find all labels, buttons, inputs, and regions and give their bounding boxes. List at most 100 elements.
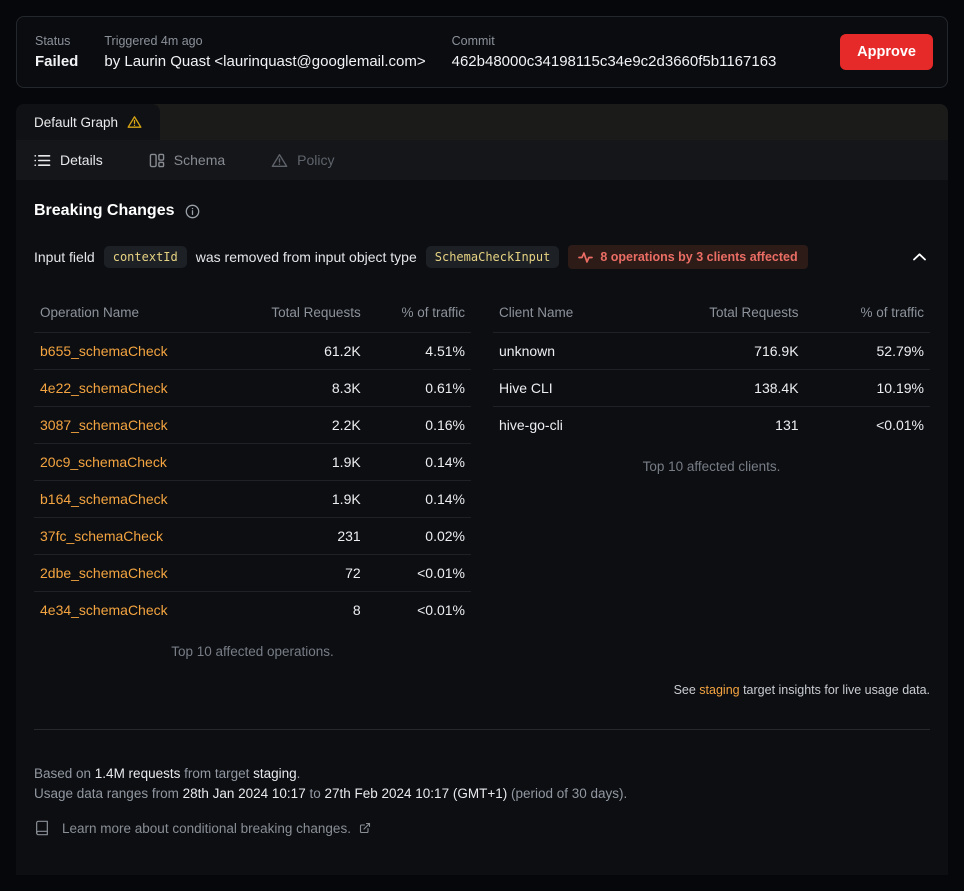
- usage-summary-line2: Usage data ranges from 28th Jan 2024 10:…: [34, 784, 930, 804]
- name-cell[interactable]: 4e34_schemaCheck: [34, 592, 227, 629]
- operation-link[interactable]: 2dbe_schemaCheck: [40, 565, 168, 581]
- pulse-icon: [578, 251, 593, 264]
- affected-badge-label: 8 operations by 3 clients affected: [600, 250, 797, 264]
- column-header: Operation Name: [34, 297, 227, 333]
- tab-schema-label: Schema: [174, 152, 225, 168]
- value-cell: <0.01%: [367, 592, 471, 629]
- operation-link[interactable]: 4e34_schemaCheck: [40, 602, 168, 618]
- insights-note: See staging target insights for live usa…: [34, 683, 930, 697]
- value-cell: 2.2K: [227, 407, 367, 444]
- clients-table: Client NameTotal Requests% of traffic un…: [493, 297, 930, 474]
- tab-details-label: Details: [60, 152, 103, 168]
- text-part: 28th Jan 2024 10:17: [183, 786, 306, 801]
- table-row: b655_schemaCheck61.2K4.51%: [34, 333, 471, 370]
- value-cell: 0.14%: [367, 481, 471, 518]
- table-header-row: Operation NameTotal Requests% of traffic: [34, 297, 471, 333]
- text-part: .: [297, 766, 301, 781]
- tab-policy[interactable]: Policy: [271, 152, 334, 168]
- value-cell: 138.4K: [636, 370, 804, 407]
- value-cell: 72: [227, 555, 367, 592]
- clients-caption: Top 10 affected clients.: [493, 459, 930, 474]
- breaking-changes-heading: Breaking Changes: [34, 202, 930, 220]
- learn-more-label: Learn more about conditional breaking ch…: [62, 821, 351, 836]
- name-cell: unknown: [493, 333, 636, 370]
- table-header-row: Client NameTotal Requests% of traffic: [493, 297, 930, 333]
- triggered-value: by Laurin Quast <laurinquast@googlemail.…: [104, 53, 425, 70]
- table-row: b164_schemaCheck 1.9K0.14%: [34, 481, 471, 518]
- table-row: hive-go-cli131<0.01%: [493, 407, 930, 444]
- tab-policy-label: Policy: [297, 152, 334, 168]
- text-part: Usage data ranges from: [34, 786, 183, 801]
- value-cell: 0.14%: [367, 444, 471, 481]
- triggered-column: Triggered 4m ago by Laurin Quast <laurin…: [104, 34, 425, 70]
- tab-schema[interactable]: Schema: [149, 152, 225, 168]
- value-cell: 0.61%: [367, 370, 471, 407]
- info-icon[interactable]: [185, 204, 200, 219]
- learn-more-link[interactable]: Learn more about conditional breaking ch…: [34, 820, 930, 836]
- chevron-up-icon[interactable]: [909, 249, 930, 265]
- text-part: from target: [180, 766, 253, 781]
- status-value: Failed: [35, 53, 78, 70]
- name-cell[interactable]: b655_schemaCheck: [34, 333, 227, 370]
- triggered-label: Triggered 4m ago: [104, 34, 425, 48]
- name-cell[interactable]: 20c9_schemaCheck: [34, 444, 227, 481]
- value-cell: 8: [227, 592, 367, 629]
- text-part: staging: [253, 766, 297, 781]
- table-row: unknown716.9K52.79%: [493, 333, 930, 370]
- name-cell[interactable]: 37fc_schemaCheck: [34, 518, 227, 555]
- value-cell: 8.3K: [227, 370, 367, 407]
- usage-tables: Operation NameTotal Requests% of traffic…: [34, 297, 930, 659]
- value-cell: 1.9K: [227, 481, 367, 518]
- value-cell: 52.79%: [805, 333, 930, 370]
- operation-link[interactable]: 3087_schemaCheck: [40, 417, 168, 433]
- name-cell[interactable]: b164_schemaCheck: [34, 481, 227, 518]
- tab-details[interactable]: Details: [34, 152, 103, 168]
- value-cell: 231: [227, 518, 367, 555]
- details-content: Breaking Changes Input field contextId w…: [16, 202, 948, 836]
- external-link-icon: [359, 822, 371, 834]
- status-label: Status: [35, 34, 78, 48]
- operations-caption: Top 10 affected operations.: [34, 644, 471, 659]
- field-code-chip: contextId: [104, 246, 187, 268]
- staging-link[interactable]: staging: [699, 683, 739, 697]
- change-text-middle: was removed from input object type: [196, 249, 417, 265]
- breaking-change-row[interactable]: Input field contextId was removed from i…: [34, 245, 930, 269]
- operation-link[interactable]: b164_schemaCheck: [40, 491, 168, 507]
- operation-link[interactable]: b655_schemaCheck: [40, 343, 168, 359]
- list-icon: [34, 153, 51, 168]
- table-row: 3087_schemaCheck 2.2K0.16%: [34, 407, 471, 444]
- commit-column: Commit 462b48000c34198115c34e9c2d3660f5b…: [452, 34, 777, 70]
- table-row: 20c9_schemaCheck 1.9K0.14%: [34, 444, 471, 481]
- operation-link[interactable]: 20c9_schemaCheck: [40, 454, 167, 470]
- column-header: Client Name: [493, 297, 636, 333]
- name-cell[interactable]: 3087_schemaCheck: [34, 407, 227, 444]
- operation-link[interactable]: 37fc_schemaCheck: [40, 528, 163, 544]
- view-tab-bar: Details Schema Policy: [16, 140, 948, 180]
- column-header: Total Requests: [636, 297, 804, 333]
- book-icon: [34, 820, 50, 836]
- table-row: Hive CLI138.4K10.19%: [493, 370, 930, 407]
- text-part: Based on: [34, 766, 95, 781]
- commit-value: 462b48000c34198115c34e9c2d3660f5b1167163: [452, 53, 777, 70]
- value-cell: 0.16%: [367, 407, 471, 444]
- approve-button[interactable]: Approve: [840, 34, 933, 70]
- type-code-chip: SchemaCheckInput: [426, 246, 560, 268]
- table-row: 4e22_schemaCheck 8.3K0.61%: [34, 370, 471, 407]
- tab-default-graph[interactable]: Default Graph: [16, 104, 160, 140]
- name-cell[interactable]: 2dbe_schemaCheck: [34, 555, 227, 592]
- text-part: (period of 30 days).: [507, 786, 627, 801]
- table-row: 37fc_schemaCheck2310.02%: [34, 518, 471, 555]
- graph-tab-label: Default Graph: [34, 115, 118, 130]
- value-cell: 1.9K: [227, 444, 367, 481]
- table-row: 4e34_schemaCheck 8<0.01%: [34, 592, 471, 629]
- column-header: % of traffic: [367, 297, 471, 333]
- operations-table: Operation NameTotal Requests% of traffic…: [34, 297, 471, 659]
- text-part: See: [674, 683, 700, 697]
- graph-tab-strip: Default Graph: [16, 104, 948, 140]
- value-cell: 131: [636, 407, 804, 444]
- text-part: 1.4M requests: [95, 766, 181, 781]
- table-row: 2dbe_schemaCheck72<0.01%: [34, 555, 471, 592]
- schema-icon: [149, 153, 165, 168]
- name-cell[interactable]: 4e22_schemaCheck: [34, 370, 227, 407]
- operation-link[interactable]: 4e22_schemaCheck: [40, 380, 168, 396]
